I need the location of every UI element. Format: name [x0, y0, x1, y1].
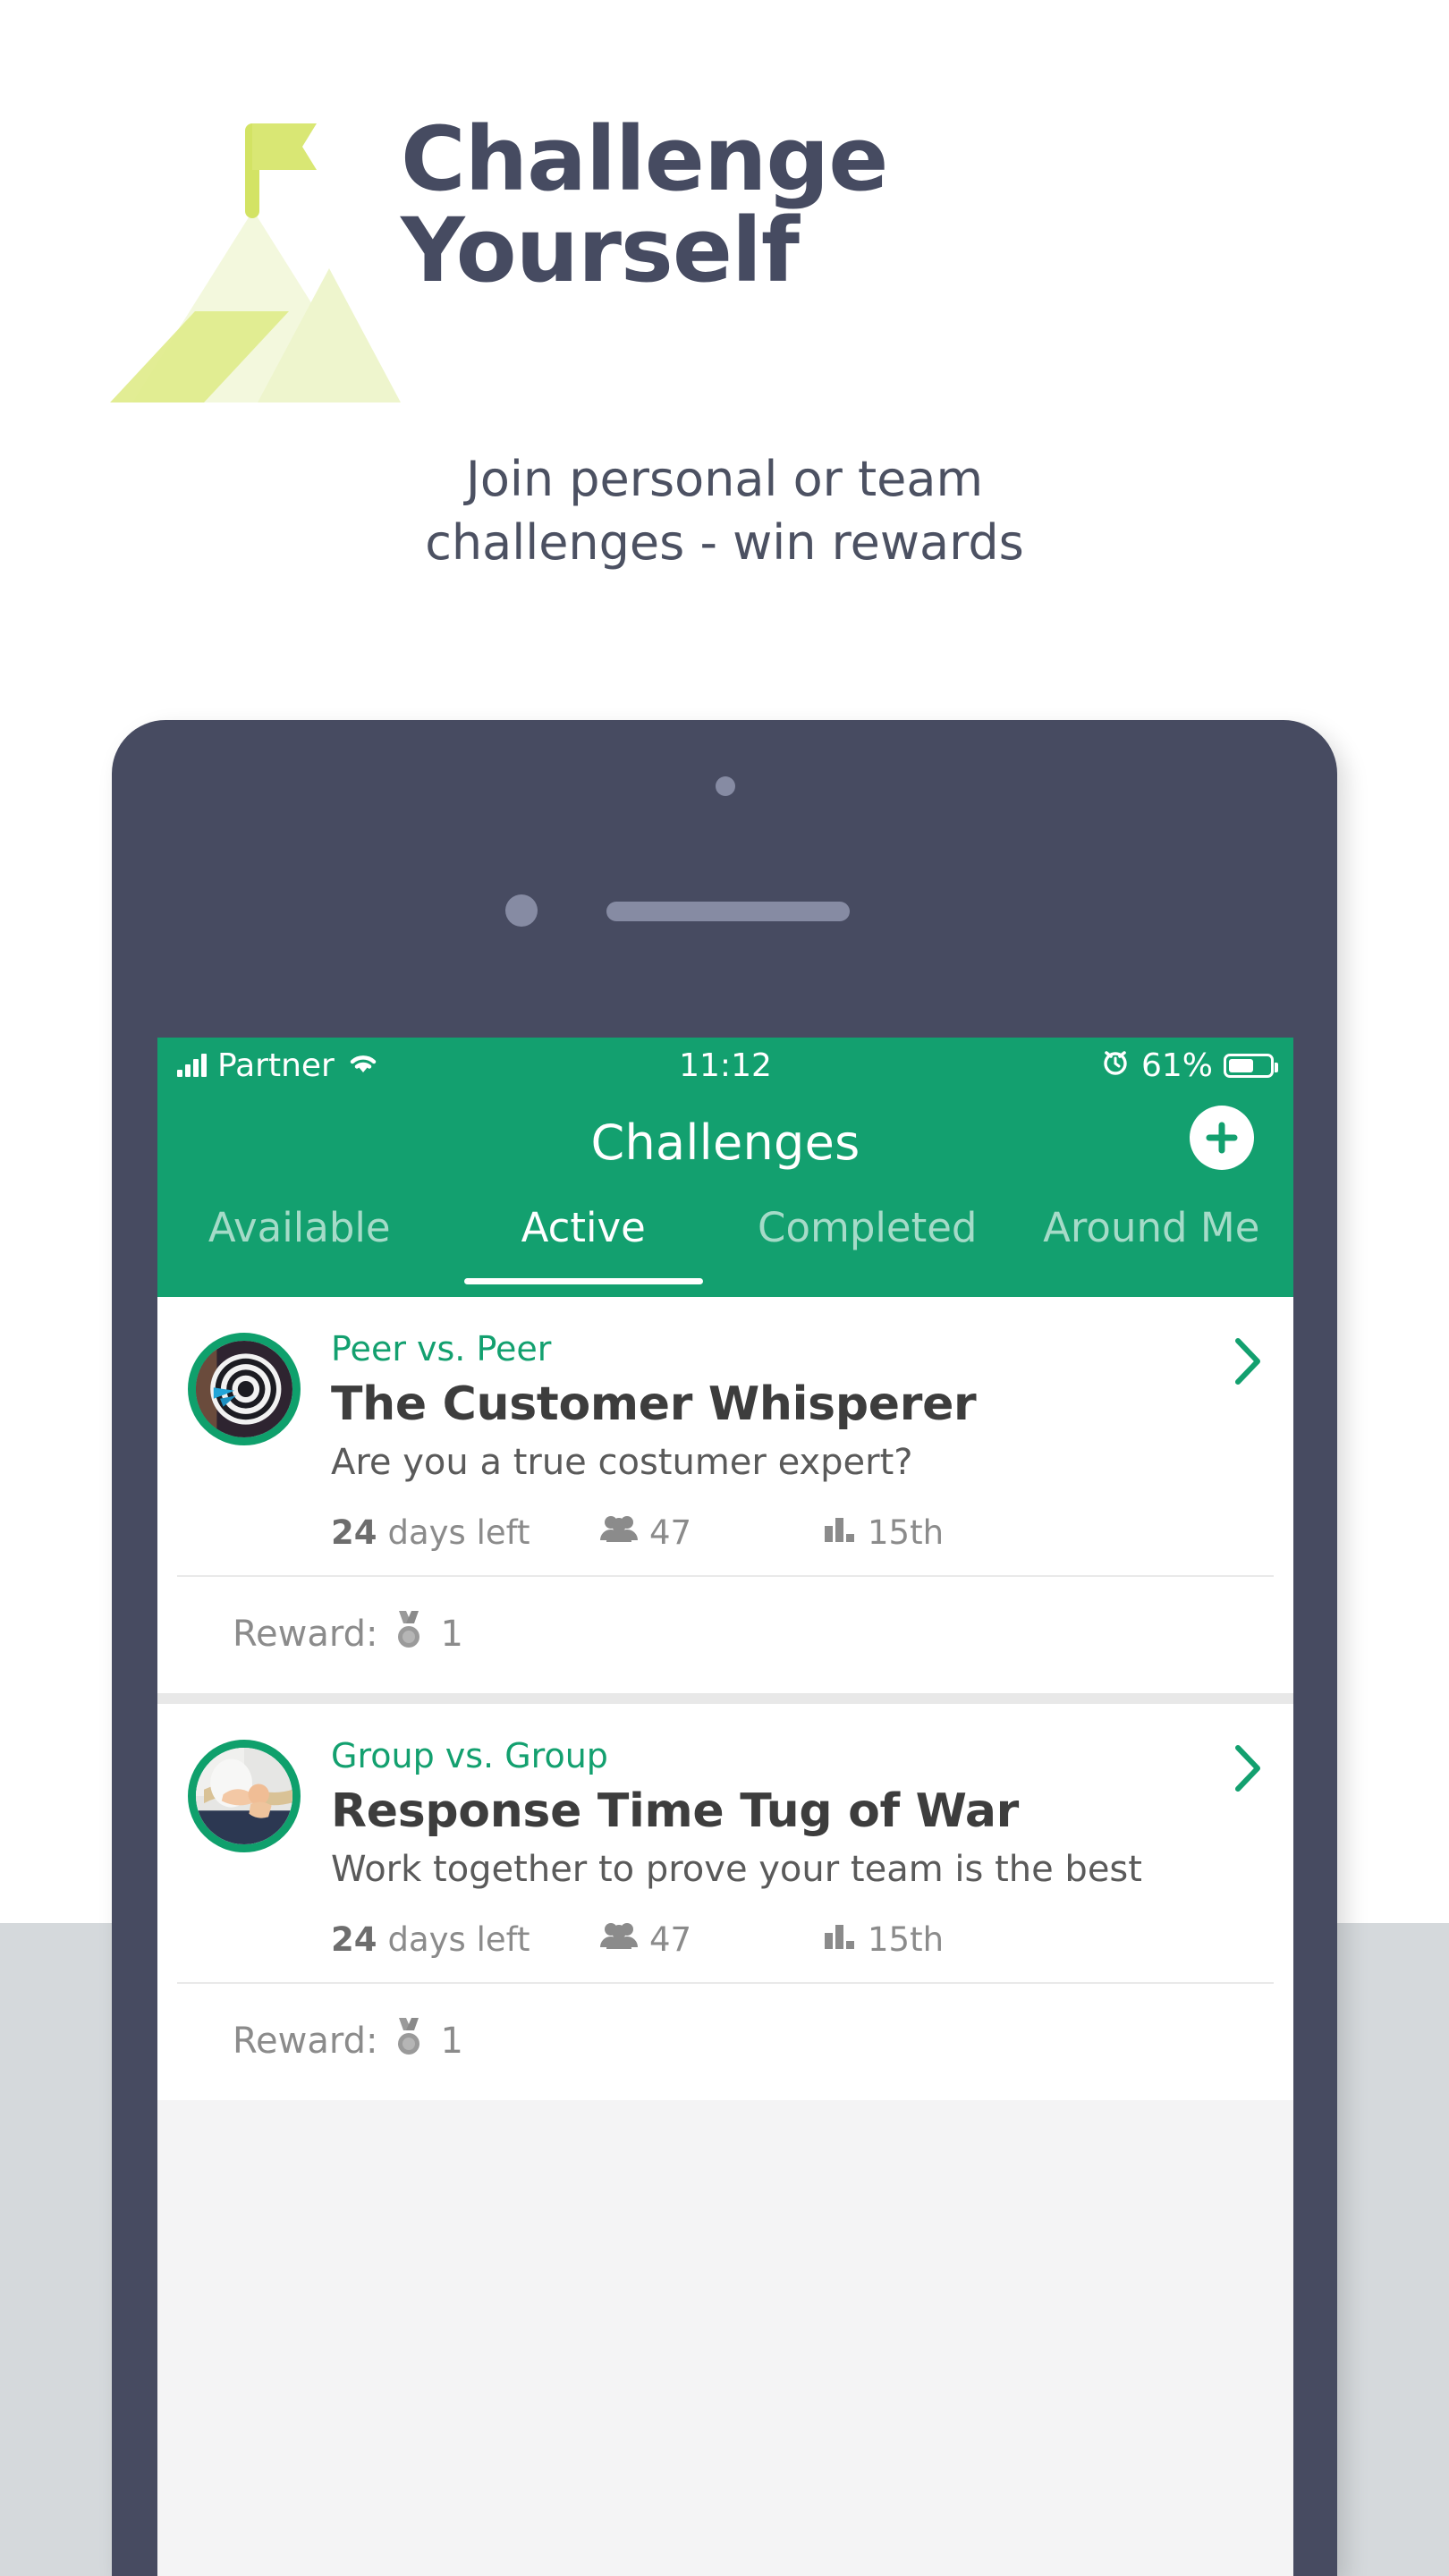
rank-meta: 15th — [823, 1513, 944, 1552]
participants-count: 47 — [649, 1513, 692, 1552]
challenge-card-body: Peer vs. Peer The Customer Whisperer Are… — [301, 1327, 1263, 1552]
hero-subtitle: Join personal or team challenges - win r… — [425, 451, 1024, 572]
signal-bars-icon — [177, 1054, 207, 1077]
people-icon — [599, 1513, 639, 1552]
bar-chart-icon — [823, 1513, 857, 1552]
dartboard-avatar — [188, 1333, 301, 1445]
sensor-dot-icon — [505, 894, 538, 927]
reward-row: Reward: 1 — [157, 1984, 1293, 2100]
page-title: Challenge Yourself — [401, 108, 888, 302]
chevron-right-icon[interactable] — [1233, 1336, 1263, 1386]
days-left-label: days left — [387, 1920, 530, 1959]
challenge-card-main[interactable]: Peer vs. Peer The Customer Whisperer Are… — [157, 1297, 1293, 1575]
reward-value: 1 — [440, 2021, 463, 2062]
challenge-kicker: Peer vs. Peer — [331, 1329, 552, 1368]
reward-value: 1 — [440, 1614, 463, 1655]
participants-count: 47 — [649, 1920, 692, 1959]
challenge-title: The Customer Whisperer — [331, 1377, 977, 1431]
tab-available[interactable]: Available — [157, 1191, 442, 1284]
battery-percent-label: 61% — [1140, 1046, 1213, 1084]
status-bar: Partner 11:12 61% — [157, 1038, 1293, 1093]
tug-of-war-avatar — [188, 1740, 301, 1852]
status-right: 61% — [1100, 1046, 1278, 1085]
phone-screen: Partner 11:12 61% Challenges Available A… — [157, 1038, 1293, 2576]
tab-around-me[interactable]: Around Me — [1010, 1191, 1294, 1284]
participants-meta: 47 — [599, 1920, 823, 1959]
list-empty-area — [157, 2100, 1293, 2512]
bar-chart-icon — [823, 1920, 857, 1959]
hero-section: Challenge Yourself Join personal or team… — [0, 0, 1449, 680]
days-left-number: 24 — [331, 1920, 377, 1959]
card-gap — [157, 1693, 1293, 1704]
chevron-right-icon[interactable] — [1233, 1743, 1263, 1793]
challenge-title: Response Time Tug of War — [331, 1784, 1019, 1838]
tab-completed[interactable]: Completed — [725, 1191, 1010, 1284]
challenge-card[interactable]: Group vs. Group Response Time Tug of War… — [157, 1704, 1293, 2100]
camera-dot-icon — [716, 776, 735, 796]
earpiece-speaker-icon — [606, 902, 850, 921]
battery-icon — [1224, 1053, 1278, 1078]
challenge-card-body: Group vs. Group Response Time Tug of War… — [301, 1734, 1263, 1959]
challenge-meta: 24 days left 47 15th — [331, 1920, 1227, 1959]
medal-icon — [392, 2016, 426, 2066]
nav-bar: Challenges — [157, 1093, 1293, 1191]
rank-value: 15th — [868, 1920, 945, 1959]
challenge-kicker: Group vs. Group — [331, 1736, 608, 1775]
rank-value: 15th — [868, 1513, 945, 1552]
nav-title: Challenges — [590, 1114, 860, 1171]
challenge-meta: 24 days left 47 15th — [331, 1513, 1227, 1552]
days-left-number: 24 — [331, 1513, 377, 1552]
tab-bar: Available Active Completed Around Me — [157, 1191, 1293, 1297]
add-challenge-button[interactable] — [1190, 1106, 1254, 1170]
people-icon — [599, 1920, 639, 1959]
rank-meta: 15th — [823, 1920, 944, 1959]
tab-active[interactable]: Active — [442, 1191, 726, 1284]
participants-meta: 47 — [599, 1513, 823, 1552]
medal-icon — [392, 1609, 426, 1659]
status-left: Partner — [177, 1047, 381, 1084]
reward-label: Reward: — [233, 2021, 378, 2062]
challenge-description: Are you a true costumer expert? — [331, 1442, 913, 1483]
wifi-icon — [345, 1047, 381, 1084]
reward-row: Reward: 1 — [157, 1577, 1293, 1693]
mountain-flag-icon — [106, 107, 401, 402]
challenge-description: Work together to prove your team is the … — [331, 1849, 1142, 1890]
challenge-card-main[interactable]: Group vs. Group Response Time Tug of War… — [157, 1704, 1293, 1982]
days-left-label: days left — [387, 1513, 530, 1552]
challenge-card[interactable]: Peer vs. Peer The Customer Whisperer Are… — [157, 1297, 1293, 1693]
alarm-clock-icon — [1100, 1046, 1131, 1085]
carrier-label: Partner — [217, 1046, 335, 1084]
plus-circle-icon — [1206, 1122, 1238, 1154]
days-left-meta: 24 days left — [331, 1513, 599, 1552]
days-left-meta: 24 days left — [331, 1920, 599, 1959]
reward-label: Reward: — [233, 1614, 378, 1655]
